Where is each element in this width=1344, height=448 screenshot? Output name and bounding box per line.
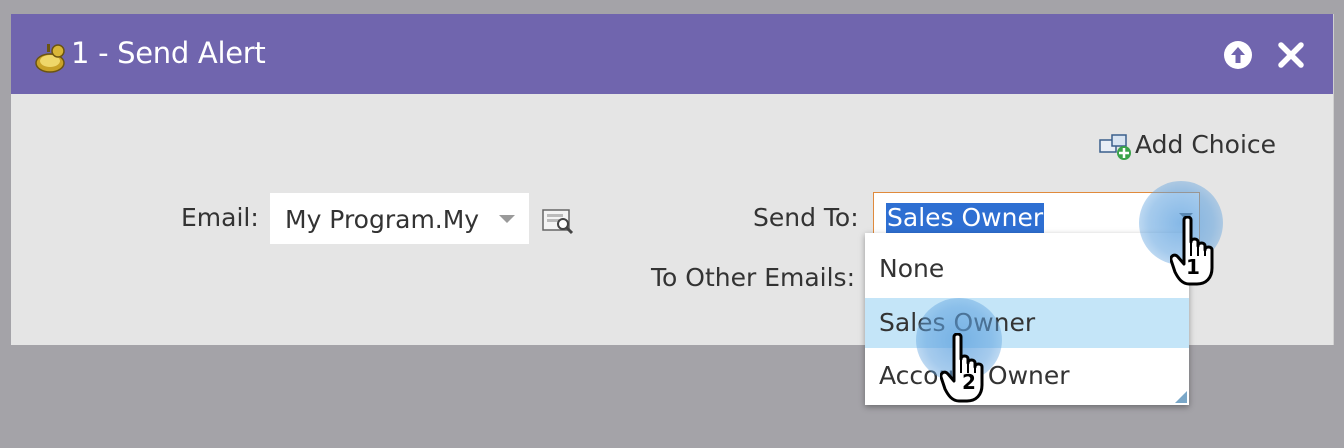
send-to-label: Send To: bbox=[753, 203, 859, 232]
close-button[interactable] bbox=[1277, 41, 1305, 69]
resize-grip-icon bbox=[1175, 391, 1187, 403]
callout-number-2: 2 bbox=[962, 370, 976, 394]
email-value: My Program.My bbox=[285, 205, 480, 234]
option-none[interactable]: None bbox=[865, 244, 1189, 294]
dialog-title: 1 - Send Alert bbox=[71, 36, 266, 70]
hand-cursor-icon bbox=[940, 333, 984, 403]
email-preview-icon[interactable] bbox=[541, 206, 575, 236]
add-choice-icon bbox=[1099, 134, 1131, 160]
close-icon bbox=[1278, 42, 1304, 68]
send-to-value: Sales Owner bbox=[886, 203, 1045, 233]
callout-number-1: 1 bbox=[1186, 255, 1200, 279]
email-label: Email: bbox=[181, 203, 259, 232]
arrow-up-circle-icon bbox=[1231, 47, 1245, 63]
collapse-button[interactable] bbox=[1224, 41, 1252, 69]
flow-step-icon bbox=[35, 44, 65, 73]
dialog-titlebar: 1 - Send Alert bbox=[11, 14, 1333, 94]
option-account-owner[interactable]: Account Owner bbox=[865, 351, 1189, 401]
chevron-down-icon bbox=[499, 215, 515, 223]
email-select[interactable]: My Program.My bbox=[270, 193, 529, 244]
other-emails-label: To Other Emails: bbox=[651, 263, 856, 292]
send-to-dropdown-list: None Sales Owner Account Owner bbox=[865, 233, 1189, 405]
add-choice-label: Add Choice bbox=[1135, 130, 1277, 159]
option-sales-owner[interactable]: Sales Owner bbox=[865, 298, 1189, 348]
